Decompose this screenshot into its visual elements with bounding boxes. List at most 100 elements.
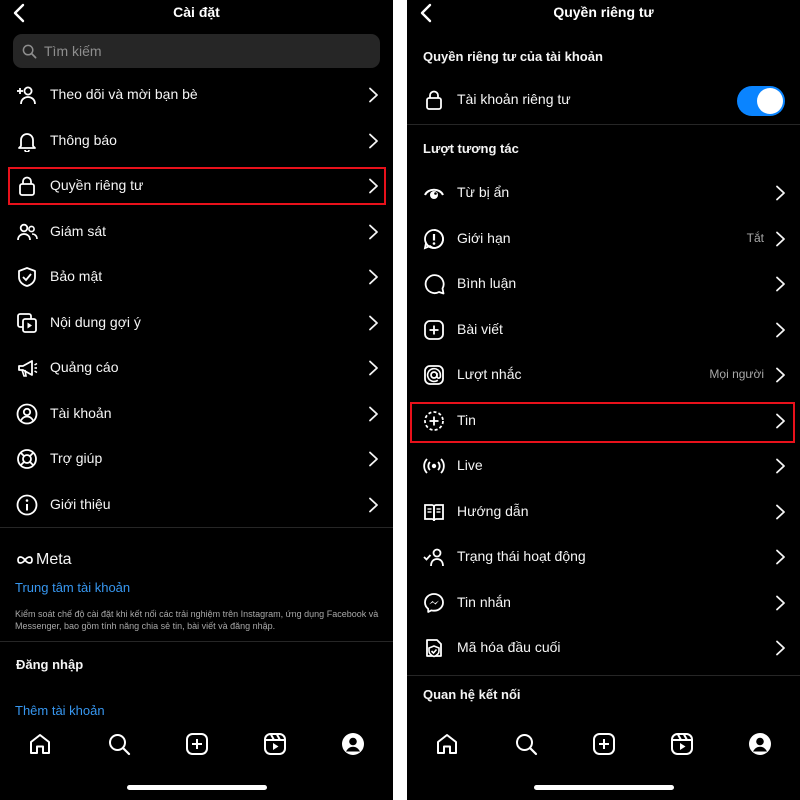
settings-item[interactable]: Trợ giúp: [0, 439, 393, 479]
privacy-header: Quyền riêng tư: [407, 0, 800, 30]
highlight-box: [8, 167, 386, 205]
chevron-right-icon: [367, 406, 379, 422]
add-account-link[interactable]: Thêm tài khoản: [15, 703, 105, 718]
settings-item[interactable]: Bảo mật: [0, 257, 393, 297]
highlight-box: [410, 402, 795, 443]
settings-item-label: Quảng cáo: [50, 359, 119, 375]
settings-item-label: Nội dung gợi ý: [50, 313, 141, 330]
home-icon[interactable]: [435, 732, 459, 756]
settings-item[interactable]: Nội dung gợi ý: [0, 303, 393, 343]
privacy-item[interactable]: Tin nhắn: [407, 583, 800, 623]
chevron-right-icon: [367, 133, 379, 149]
meta-brand: Meta: [36, 551, 72, 568]
page-title: Quyền riêng tư: [553, 4, 654, 20]
settings-item-label: Bảo mật: [50, 268, 103, 284]
page-title: Cài đặt: [173, 4, 220, 20]
lifebuoy-icon: [16, 448, 38, 470]
info-icon: [16, 494, 38, 516]
privacy-item[interactable]: Trạng thái hoạt động: [407, 537, 800, 577]
account-privacy-header: Quyền riêng tư của tài khoản: [423, 49, 603, 64]
divider: [407, 675, 800, 676]
privacy-item-label: Trạng thái hoạt động: [457, 548, 586, 564]
privacy-item[interactable]: Giới hạn Tắt: [407, 219, 800, 259]
suggested-content-icon: [16, 312, 38, 334]
login-header: Đăng nhập: [16, 657, 84, 672]
settings-item[interactable]: Thông báo: [0, 121, 393, 161]
privacy-item-label: Giới hạn: [457, 229, 511, 246]
settings-item[interactable]: Giới thiệu: [0, 485, 393, 525]
privacy-item[interactable]: Từ bị ẩn: [407, 173, 800, 213]
privacy-item-label: Từ bị ẩn: [457, 184, 510, 200]
privacy-item-label: Lượt nhắc: [457, 366, 522, 382]
divider: [0, 641, 393, 642]
reels-icon[interactable]: [263, 732, 287, 756]
mention-icon: [423, 364, 445, 386]
settings-item[interactable]: Giám sát: [0, 212, 393, 252]
chevron-right-icon: [774, 595, 786, 611]
comment-icon: [423, 273, 445, 295]
bell-icon: [16, 130, 38, 153]
megaphone-icon: [16, 357, 38, 379]
chevron-right-icon: [774, 458, 786, 474]
privacy-item[interactable]: Lượt nhắc Mọi người: [407, 355, 800, 395]
tab-bar: [0, 722, 393, 766]
chevron-right-icon: [774, 504, 786, 520]
chevron-right-icon: [774, 367, 786, 383]
private-account-toggle[interactable]: [737, 86, 785, 116]
create-icon[interactable]: [592, 732, 616, 756]
privacy-item[interactable]: Bài viết: [407, 310, 800, 350]
hidden-words-icon: [423, 182, 445, 204]
search-placeholder: Tìm kiếm: [44, 43, 102, 59]
accounts-center-link[interactable]: Trung tâm tài khoản: [15, 580, 130, 595]
chevron-right-icon: [367, 87, 379, 103]
lock-icon: [423, 89, 445, 111]
accounts-center-description: Kiểm soát chế độ cài đặt khi kết nối các…: [15, 609, 379, 631]
limit-icon: [423, 228, 445, 250]
chevron-right-icon: [367, 497, 379, 513]
settings-item-label: Theo dõi và mời bạn bè: [50, 86, 198, 102]
chevron-right-icon: [367, 269, 379, 285]
chevron-right-icon: [774, 185, 786, 201]
chevron-right-icon: [367, 315, 379, 331]
home-indicator: [127, 785, 267, 790]
chevron-right-icon: [367, 360, 379, 376]
privacy-item[interactable]: Mã hóa đầu cuối: [407, 628, 800, 668]
search-icon: [22, 44, 37, 59]
tab-bar: [407, 722, 800, 766]
settings-item-label: Trợ giúp: [50, 450, 103, 466]
search-input[interactable]: Tìm kiếm: [13, 34, 380, 68]
profile-icon[interactable]: [748, 732, 772, 756]
reels-icon[interactable]: [670, 732, 694, 756]
guides-icon: [423, 501, 445, 523]
settings-item-label: Giới thiệu: [50, 495, 111, 512]
shield-icon: [16, 266, 38, 288]
search-icon[interactable]: [514, 732, 538, 756]
privacy-item[interactable]: Live: [407, 446, 800, 486]
privacy-item[interactable]: Bình luận: [407, 264, 800, 304]
privacy-item[interactable]: Hướng dẫn: [407, 492, 800, 532]
chevron-right-icon: [367, 224, 379, 240]
home-indicator: [534, 785, 674, 790]
settings-item[interactable]: Tài khoản: [0, 394, 393, 434]
settings-header: Cài đặt: [0, 0, 393, 30]
privacy-screen: Quyền riêng tư Quyền riêng tư của tài kh…: [407, 0, 800, 800]
search-icon[interactable]: [107, 732, 131, 756]
live-icon: [423, 455, 445, 477]
privacy-item-value: Tắt: [746, 230, 764, 245]
settings-item[interactable]: Theo dõi và mời bạn bè: [0, 75, 393, 115]
create-icon[interactable]: [185, 732, 209, 756]
settings-item[interactable]: Quảng cáo: [0, 348, 393, 388]
interactions-header: Lượt tương tác: [423, 141, 519, 156]
privacy-item-label: Mã hóa đầu cuối: [457, 639, 561, 655]
profile-icon[interactable]: [341, 732, 365, 756]
private-account-label: Tài khoản riêng tư: [457, 91, 571, 107]
home-icon[interactable]: [28, 732, 52, 756]
people-icon: [16, 221, 38, 243]
toggle-knob: [757, 88, 783, 114]
privacy-item-label: Bình luận: [457, 275, 517, 291]
activity-status-icon: [423, 546, 445, 568]
chevron-right-icon: [367, 451, 379, 467]
privacy-item-label: Hướng dẫn: [457, 502, 529, 519]
chevron-right-icon: [774, 640, 786, 656]
divider: [407, 124, 800, 125]
